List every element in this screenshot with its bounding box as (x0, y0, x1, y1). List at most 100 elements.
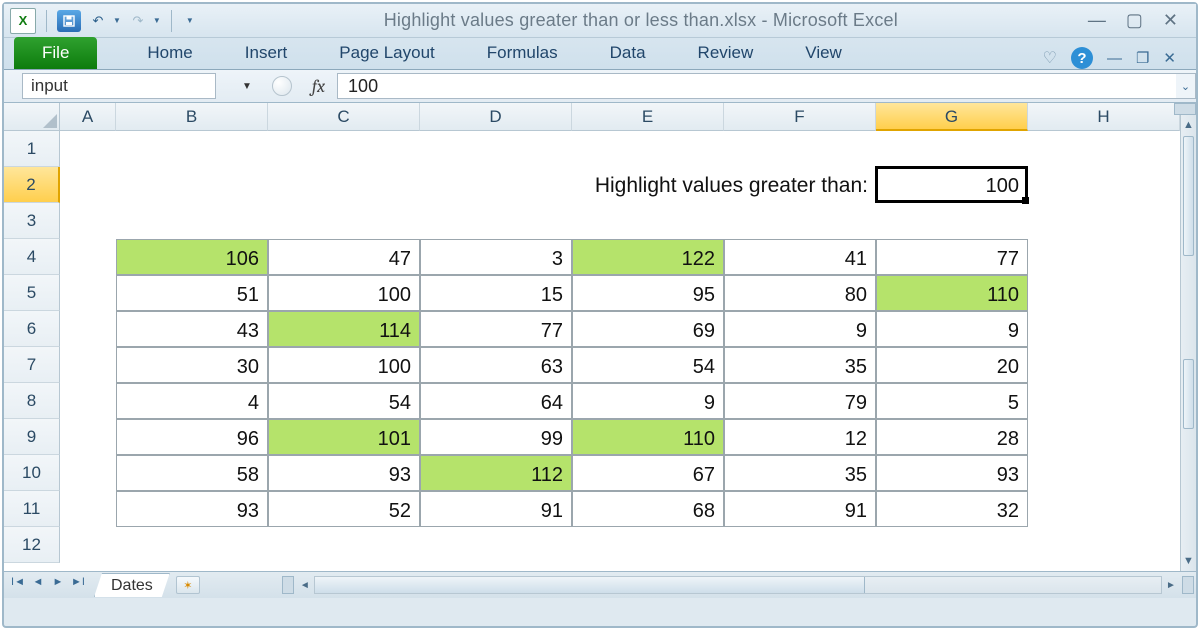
row-header-11[interactable]: 11 (4, 491, 60, 527)
cell-E7[interactable]: 54 (572, 347, 724, 383)
tab-view[interactable]: View (779, 37, 868, 69)
cell-C6[interactable]: 114 (268, 311, 420, 347)
cell-B7[interactable]: 30 (116, 347, 268, 383)
row-header-4[interactable]: 4 (4, 239, 60, 275)
sheet-prev-icon[interactable]: ◄ (28, 576, 48, 594)
cell-C5[interactable]: 100 (268, 275, 420, 311)
undo-dropdown-icon[interactable]: ▼ (113, 16, 121, 25)
cell-D11[interactable]: 91 (420, 491, 572, 527)
insert-function-button[interactable]: fx (312, 76, 325, 97)
row-header-3[interactable]: 3 (4, 203, 60, 239)
cell-G2[interactable]: 100 (876, 167, 1028, 203)
column-headers[interactable]: ABCDEFGH (60, 103, 1180, 131)
row-header-2[interactable]: 2 (4, 167, 60, 203)
split-handle-top[interactable] (1174, 103, 1196, 115)
cell-F11[interactable]: 91 (724, 491, 876, 527)
scroll-down-icon[interactable]: ▼ (1181, 551, 1196, 571)
name-box-dropdown-icon[interactable]: ▼ (242, 81, 252, 92)
cell-E6[interactable]: 69 (572, 311, 724, 347)
worksheet-grid[interactable]: 123456789101112 ABCDEFGH Highlight value… (4, 103, 1196, 571)
cell-G6[interactable]: 9 (876, 311, 1028, 347)
tab-page-layout[interactable]: Page Layout (313, 37, 460, 69)
sheet-last-icon[interactable]: ►I (68, 576, 88, 594)
tab-insert[interactable]: Insert (219, 37, 314, 69)
hscroll-thumb[interactable] (315, 577, 865, 593)
cell-F9[interactable]: 12 (724, 419, 876, 455)
cell-D7[interactable]: 63 (420, 347, 572, 383)
column-header-B[interactable]: B (116, 103, 268, 131)
cell-B10[interactable]: 58 (116, 455, 268, 491)
cell-F10[interactable]: 35 (724, 455, 876, 491)
cell-G8[interactable]: 5 (876, 383, 1028, 419)
vscroll-thumb[interactable] (1183, 136, 1194, 256)
row-headers[interactable]: 123456789101112 (4, 131, 60, 563)
row-header-8[interactable]: 8 (4, 383, 60, 419)
vertical-scrollbar[interactable]: ▲ ▼ (1180, 115, 1196, 571)
cancel-formula-icon[interactable] (272, 76, 292, 96)
cell-G5[interactable]: 110 (876, 275, 1028, 311)
cell-C9[interactable]: 101 (268, 419, 420, 455)
tab-data[interactable]: Data (584, 37, 672, 69)
maximize-button[interactable]: ▢ (1126, 10, 1143, 31)
cells-area[interactable]: Highlight values greater than:1001064731… (60, 131, 1180, 571)
redo-button[interactable]: ↷ (127, 10, 149, 32)
vscroll-thumb-2[interactable] (1183, 359, 1194, 429)
cell-D4[interactable]: 3 (420, 239, 572, 275)
save-button[interactable] (57, 10, 81, 32)
scroll-left-icon[interactable]: ◄ (296, 580, 314, 591)
cell-E4[interactable]: 122 (572, 239, 724, 275)
column-header-E[interactable]: E (572, 103, 724, 131)
horizontal-scrollbar[interactable]: ◄ ► (280, 576, 1196, 594)
row-header-7[interactable]: 7 (4, 347, 60, 383)
formula-bar-expand-icon[interactable]: ⌄ (1176, 73, 1196, 99)
doc-restore-button[interactable]: ❐ (1136, 49, 1149, 67)
column-header-D[interactable]: D (420, 103, 572, 131)
tab-split-handle[interactable] (282, 576, 294, 594)
redo-dropdown-icon[interactable]: ▼ (153, 16, 161, 25)
cell-C7[interactable]: 100 (268, 347, 420, 383)
cell-E5[interactable]: 95 (572, 275, 724, 311)
cell-F5[interactable]: 80 (724, 275, 876, 311)
cell-B4[interactable]: 106 (116, 239, 268, 275)
qat-customize-icon[interactable]: ▼ (186, 16, 194, 25)
cell-B8[interactable]: 4 (116, 383, 268, 419)
tab-review[interactable]: Review (672, 37, 780, 69)
column-header-A[interactable]: A (60, 103, 116, 131)
cell-B11[interactable]: 93 (116, 491, 268, 527)
cell-G7[interactable]: 20 (876, 347, 1028, 383)
column-header-F[interactable]: F (724, 103, 876, 131)
row-header-9[interactable]: 9 (4, 419, 60, 455)
cell-E10[interactable]: 67 (572, 455, 724, 491)
sheet-first-icon[interactable]: I◄ (8, 576, 28, 594)
split-handle-right[interactable] (1182, 576, 1194, 594)
cell-D9[interactable]: 99 (420, 419, 572, 455)
cell-C10[interactable]: 93 (268, 455, 420, 491)
cell-D5[interactable]: 15 (420, 275, 572, 311)
cell-C4[interactable]: 47 (268, 239, 420, 275)
row-header-1[interactable]: 1 (4, 131, 60, 167)
cell-C11[interactable]: 52 (268, 491, 420, 527)
minimize-button[interactable]: — (1088, 10, 1106, 31)
cell-G11[interactable]: 32 (876, 491, 1028, 527)
cell-E11[interactable]: 68 (572, 491, 724, 527)
sheet-next-icon[interactable]: ► (48, 576, 68, 594)
row-header-5[interactable]: 5 (4, 275, 60, 311)
cell-F4[interactable]: 41 (724, 239, 876, 275)
doc-minimize-button[interactable]: — (1107, 50, 1122, 67)
doc-close-button[interactable]: ✕ (1163, 49, 1176, 67)
scroll-right-icon[interactable]: ► (1162, 580, 1180, 591)
cell-D8[interactable]: 64 (420, 383, 572, 419)
cell-D10[interactable]: 112 (420, 455, 572, 491)
excel-logo-icon[interactable]: X (10, 8, 36, 34)
cell-F8[interactable]: 79 (724, 383, 876, 419)
cell-B5[interactable]: 51 (116, 275, 268, 311)
column-header-G[interactable]: G (876, 103, 1028, 131)
formula-input[interactable]: 100 (337, 73, 1176, 99)
column-header-H[interactable]: H (1028, 103, 1180, 131)
row-header-6[interactable]: 6 (4, 311, 60, 347)
undo-button[interactable]: ↶ (87, 10, 109, 32)
column-header-C[interactable]: C (268, 103, 420, 131)
tab-home[interactable]: Home (121, 37, 218, 69)
cell-B6[interactable]: 43 (116, 311, 268, 347)
file-tab[interactable]: File (14, 37, 97, 69)
